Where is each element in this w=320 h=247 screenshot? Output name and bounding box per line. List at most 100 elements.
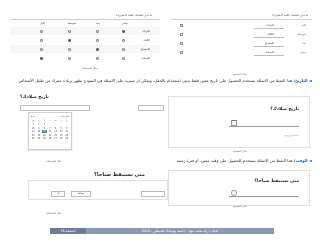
calendar-day[interactable]: 15 — [42, 130, 47, 133]
calendar-day[interactable]: 20 — [53, 134, 58, 137]
calendar-empty-cell — [48, 123, 53, 126]
grid-radio[interactable] — [40, 29, 43, 33]
calendar-day[interactable]: 2 — [37, 123, 42, 126]
calendar-day[interactable]: 28 — [48, 137, 53, 140]
grid-row: القراءة — [10, 27, 160, 35]
calendar-day[interactable]: 26 — [59, 137, 64, 140]
date-preview-selector[interactable] — [138, 105, 164, 111]
editor-remove-icon[interactable] — [180, 24, 183, 27]
time-ampm-select[interactable]: صباحا — [71, 191, 91, 197]
calendar-month-label: يناير ٢٠١٥ — [59, 115, 69, 118]
grid-row-label: الكتابة — [143, 38, 150, 42]
grid-radio[interactable] — [96, 47, 99, 51]
editor-top-rule — [172, 19, 312, 20]
editor-remove-icon[interactable] — [180, 51, 183, 54]
figure-caption: مثال المحتملة — [82, 67, 98, 70]
grid-radio[interactable] — [96, 38, 99, 42]
calendar-day[interactable]: 24 — [31, 134, 36, 137]
weekday: ث — [54, 119, 57, 122]
grid-radio[interactable] — [122, 56, 125, 60]
grid-row: الكتابة — [10, 36, 160, 44]
date-preview-title: تاريخ ميلادك؟ — [20, 95, 49, 100]
grid-radio[interactable] — [68, 47, 71, 51]
calendar-day[interactable]: 31 — [31, 137, 36, 140]
time-right-select[interactable] — [141, 191, 165, 197]
grid-radio[interactable] — [122, 38, 125, 42]
footer-text: اعداد / رناد محمد عواد - جامعة بوليتكنك … — [141, 229, 219, 233]
date-input-placeholder: سنة/شهر/يوم — [284, 134, 299, 137]
calendar-day[interactable]: 27 — [53, 137, 58, 140]
time-hour-field[interactable]: ٠٥ — [51, 191, 65, 197]
editor-row-label: متوسط — [297, 33, 306, 36]
grid-radio[interactable] — [96, 56, 99, 60]
editor-remove-icon[interactable] — [180, 42, 183, 45]
calendar-empty-cell — [53, 123, 58, 126]
date-input[interactable]: سنة/شهر/يوم — [229, 121, 299, 137]
calendar-day[interactable]: 10 — [31, 127, 36, 130]
time-preview: متى تستيقظ صباحا؟ ٠٥ : صباحا — [20, 170, 170, 210]
calendar-day[interactable]: 21 — [48, 134, 53, 137]
time-preview-title: متى تستيقظ صباحا؟ — [94, 172, 145, 178]
calendar-day[interactable]: 16 — [37, 130, 42, 133]
bullet-icon: ◄ — [308, 158, 312, 163]
grid-radio[interactable] — [40, 47, 43, 51]
calendar-day[interactable]: 17 — [31, 130, 36, 133]
date-editor-card: تاريخ ميلادك؟ سنة/شهر/يوم — [168, 96, 310, 148]
weekday: ن — [60, 119, 62, 122]
calendar-day[interactable]: 13 — [53, 130, 58, 133]
editor-option-line — [254, 45, 284, 47]
calendar-day[interactable]: 8 — [42, 127, 47, 130]
weekday: س — [31, 119, 35, 122]
grid-radio[interactable] — [68, 38, 71, 42]
grid-radio[interactable] — [96, 29, 99, 33]
date-preview-field[interactable] — [20, 105, 90, 111]
editor-row-label: قليل — [301, 24, 306, 27]
calendar-day[interactable]: 3 — [31, 123, 36, 126]
grid-radio[interactable] — [40, 38, 43, 42]
grid-radio[interactable] — [68, 56, 71, 60]
calendar-day[interactable]: 23 — [37, 134, 42, 137]
grid-question-title: ما مدى اهتمامك باللغة الانجليزية؟ — [116, 14, 152, 17]
calendar-day[interactable]: 22 — [42, 134, 47, 137]
grid-radio[interactable] — [40, 56, 43, 60]
grid-radio[interactable] — [68, 29, 71, 33]
time-heading: الوقت: — [293, 158, 308, 163]
calendar-days: 1 2 3 4 5 6 7 8 9 10 11 12 13 14 15 16 17 18 19 20 21 22 23 24 2… — [31, 123, 69, 140]
grid-row: الاستماع — [10, 45, 160, 53]
calendar-next-icon[interactable]: ◂ ▸ — [31, 115, 34, 118]
time-preview-box: ٠٥ : صباحا — [28, 180, 168, 200]
date-preview: تاريخ ميلادك؟ يناير ٢٠١٥ ◂ ▸ ح ن ث ر خ ج… — [20, 95, 170, 157]
calendar-icon[interactable] — [231, 120, 237, 126]
calendar-day[interactable]: 30 — [37, 137, 42, 140]
calendar-weekdays: ح ن ث ر خ ج س — [31, 119, 69, 122]
editor-remove-icon[interactable] — [180, 33, 183, 36]
figure-caption: مثال التصميم — [232, 150, 248, 153]
grid-row-label: القراءة — [142, 29, 150, 33]
clock-icon[interactable] — [231, 190, 237, 196]
grid-radio[interactable] — [122, 29, 125, 33]
calendar-day[interactable]: 11 — [64, 130, 69, 133]
calendar-empty-cell — [64, 123, 69, 126]
calendar-day[interactable]: 29 — [42, 137, 47, 140]
calendar-day[interactable]: 7 — [48, 127, 53, 130]
footer-bar: اعداد / رناد محمد عواد - جامعة بوليتكنك … — [50, 228, 274, 234]
time-input[interactable] — [229, 191, 299, 197]
calendar-day[interactable]: 12 — [59, 130, 64, 133]
calendar-day[interactable]: 5 — [59, 127, 64, 130]
calendar-day[interactable]: 14 — [48, 130, 53, 133]
calendar-day[interactable]: 18 — [64, 134, 69, 137]
grid-question-preview: ما مدى اهتمامك باللغة الانجليزية؟ قليل م… — [10, 12, 160, 66]
calendar-day[interactable]: 9 — [37, 127, 42, 130]
calendar-empty-cell — [59, 123, 64, 126]
calendar-day[interactable]: 4 — [64, 127, 69, 130]
calendar-day[interactable]: 1 — [42, 123, 47, 126]
grid-column-header: متوسط — [68, 22, 77, 25]
calendar-day[interactable]: 19 — [59, 134, 64, 137]
calendar-day[interactable]: 25 — [64, 137, 69, 140]
date-section-description: ◄ التاريخ: هذا النمط من الاسئلة يستخدم ل… — [8, 78, 312, 84]
calendar-day[interactable]: 6 — [53, 127, 58, 130]
grid-radio[interactable] — [122, 47, 125, 51]
weekday: ر — [49, 119, 51, 122]
grid-column-header: ممتاز — [122, 22, 128, 25]
grid-question-top-rule — [10, 19, 160, 20]
